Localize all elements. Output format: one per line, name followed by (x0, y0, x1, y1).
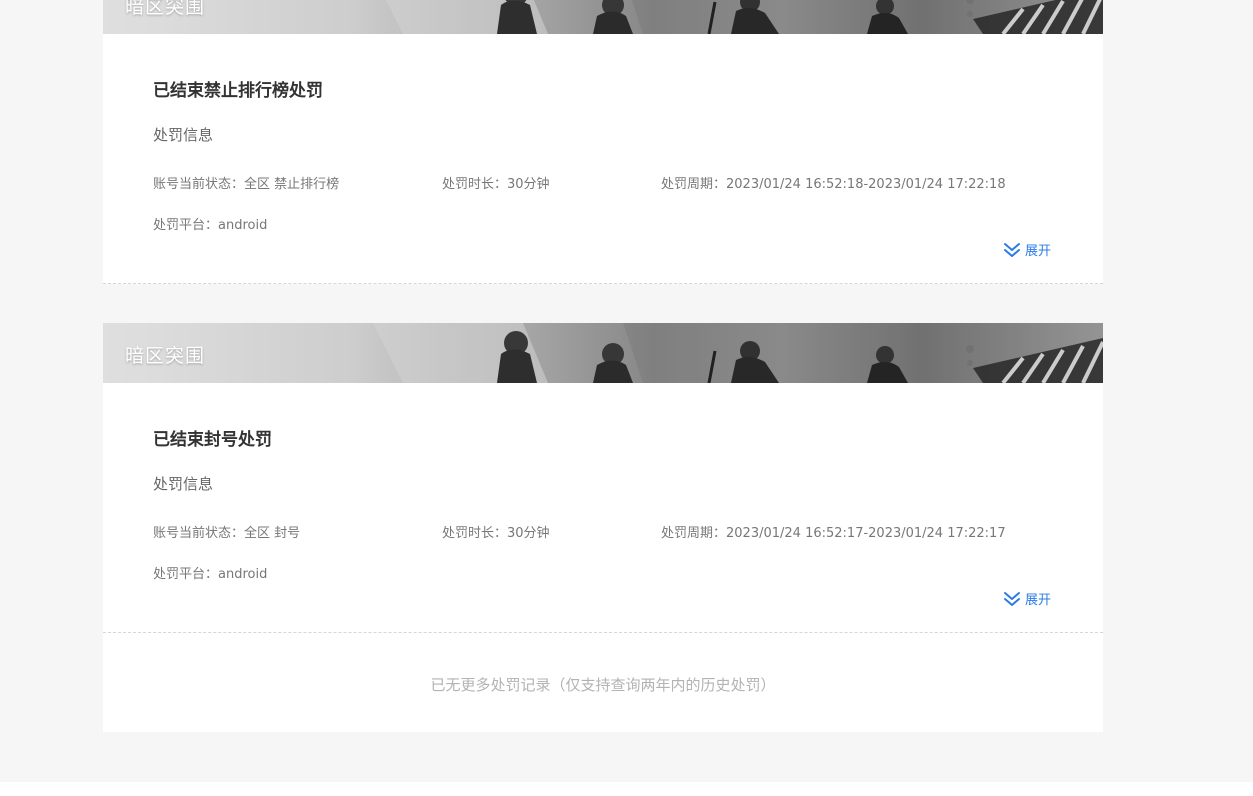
record-title: 已结束禁止排行榜处罚 (153, 81, 323, 101)
status-label: 账号当前状态： (153, 177, 245, 192)
period-row: 处罚周期：2023/01/24 16:52:17-2023/01/24 17:2… (661, 522, 1006, 541)
punishment-record-card: 暗区突围 已结束禁止排行榜处罚 处罚信息 账号当前状态：全区 禁止排行榜 处罚时… (103, 0, 1103, 284)
banner-soldiers-image (103, 0, 1103, 34)
banner-game-title: 暗区突围 (125, 345, 206, 367)
section-label: 处罚信息 (153, 475, 214, 493)
banner-soldiers-image (103, 323, 1103, 383)
status-label: 账号当前状态： (153, 526, 245, 541)
period-row: 处罚周期：2023/01/24 16:52:18-2023/01/24 17:2… (661, 173, 1006, 192)
expand-button[interactable]: 展开 (1003, 240, 1051, 259)
game-banner: 暗区突围 (103, 323, 1103, 383)
record-content: 已结束禁止排行榜处罚 处罚信息 账号当前状态：全区 禁止排行榜 处罚时长：30分… (103, 34, 1103, 284)
status-row: 账号当前状态：全区 封号 (153, 522, 300, 541)
platform-label: 处罚平台： (153, 567, 219, 582)
duration-label: 处罚时长： (442, 177, 508, 192)
platform-value: android (218, 218, 268, 233)
game-banner: 暗区突围 (103, 0, 1103, 34)
period-value: 2023/01/24 16:52:18-2023/01/24 17:22:18 (726, 177, 1006, 192)
platform-row: 处罚平台：android (153, 563, 267, 582)
record-title: 已结束封号处罚 (153, 430, 272, 450)
duration-row: 处罚时长：30分钟 (442, 522, 550, 541)
double-chevron-down-icon (1004, 591, 1020, 606)
status-value: 全区 禁止排行榜 (244, 177, 340, 192)
period-value: 2023/01/24 16:52:17-2023/01/24 17:22:17 (726, 526, 1006, 541)
status-value: 全区 封号 (244, 526, 301, 541)
record-content: 已结束封号处罚 处罚信息 账号当前状态：全区 封号 处罚时长：30分钟 处罚周期… (103, 383, 1103, 633)
platform-row: 处罚平台：android (153, 214, 267, 233)
banner-game-title: 暗区突围 (125, 0, 206, 18)
section-label: 处罚信息 (153, 126, 214, 144)
period-label: 处罚周期： (661, 177, 727, 192)
page-bottom-band (0, 782, 1253, 796)
no-more-records-message: 已无更多处罚记录（仅支持查询两年内的历史处罚） (103, 633, 1103, 732)
expand-label: 展开 (1025, 244, 1052, 259)
duration-row: 处罚时长：30分钟 (442, 173, 550, 192)
status-row: 账号当前状态：全区 禁止排行榜 (153, 173, 339, 192)
period-label: 处罚周期： (661, 526, 727, 541)
platform-value: android (218, 567, 268, 582)
punishment-records: 暗区突围 已结束禁止排行榜处罚 处罚信息 账号当前状态：全区 禁止排行榜 处罚时… (103, 0, 1103, 732)
expand-button[interactable]: 展开 (1003, 589, 1051, 608)
expand-label: 展开 (1025, 593, 1052, 608)
duration-label: 处罚时长： (442, 526, 508, 541)
platform-label: 处罚平台： (153, 218, 219, 233)
duration-value: 30分钟 (507, 177, 550, 192)
double-chevron-down-icon (1004, 242, 1020, 257)
duration-value: 30分钟 (507, 526, 550, 541)
punishment-record-card: 暗区突围 已结束封号处罚 处罚信息 账号当前状态：全区 封号 处罚时长：30分钟… (103, 323, 1103, 633)
